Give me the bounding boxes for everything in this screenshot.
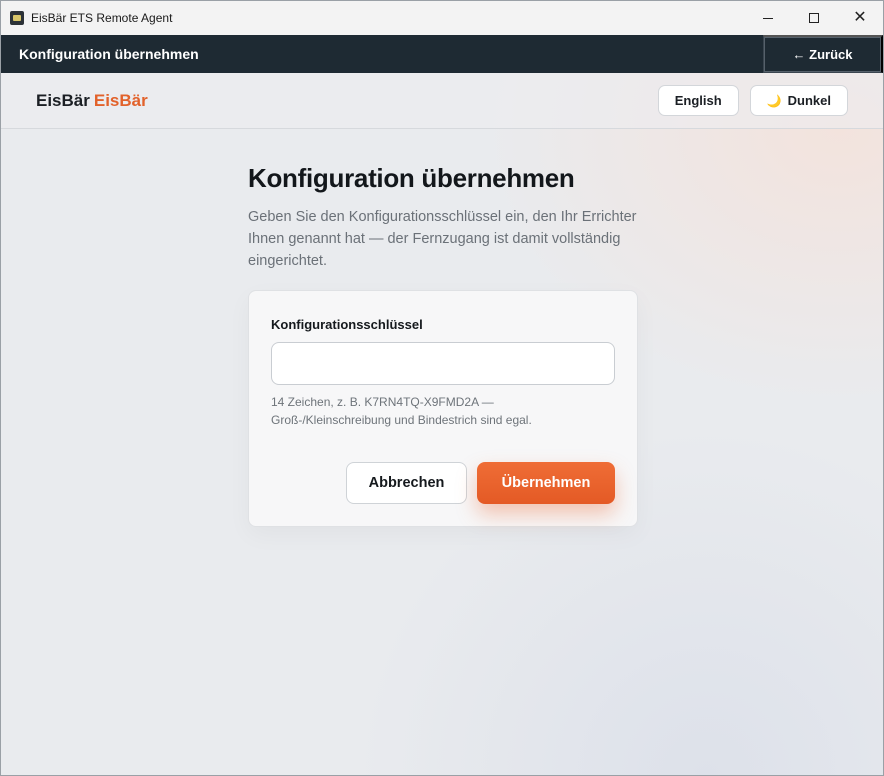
moon-icon: 🌙 [766, 93, 782, 108]
app-window: EisBär ETS Remote Agent ✕ Konfiguration … [0, 0, 884, 776]
close-window-button[interactable]: ✕ [837, 1, 883, 35]
language-toggle-button[interactable]: English [657, 85, 739, 116]
header-actions: English 🌙 Dunkel [657, 85, 848, 116]
language-label: English [674, 93, 722, 108]
config-key-input[interactable] [271, 342, 615, 385]
cancel-button[interactable]: Abbrechen [346, 462, 467, 504]
close-icon: ✕ [853, 9, 867, 26]
app-logo-icon [10, 11, 24, 25]
page-description: Geben Sie den Konfigurationsschlüssel ei… [248, 209, 637, 269]
window-title: EisBär ETS Remote Agent [31, 11, 173, 25]
brand-primary-text: EisBär [36, 90, 90, 110]
brand-logo: EisBär EisBär [36, 91, 148, 111]
form-actions: Abbrechen Übernehmen [346, 462, 615, 504]
page-title: Konfiguration übernehmen [248, 163, 575, 193]
minimize-button[interactable] [745, 1, 791, 35]
maximize-icon [809, 13, 819, 23]
minimize-icon [763, 17, 773, 19]
content-area: EisBär EisBär English 🌙 Dunkel Konfigurat… [1, 73, 883, 775]
hint-line-2: Groß-/Kleinschreibung und Bindestrich si… [271, 413, 532, 427]
config-form-card: Konfigurationsschlüssel 14 Zeichen, z. B… [248, 290, 638, 527]
theme-label: Dunkel [787, 93, 831, 108]
maximize-button[interactable] [791, 1, 837, 35]
apply-button[interactable]: Übernehmen [477, 462, 615, 504]
theme-toggle-button[interactable]: 🌙 Dunkel [749, 85, 848, 116]
header-title: Konfiguration übernehmen [19, 46, 199, 62]
sub-header: EisBär EisBär English 🌙 Dunkel [1, 73, 883, 129]
app-header-bar: Konfiguration übernehmen ← Zurück [1, 35, 883, 73]
main-panel: Konfiguration übernehmen Geben Sie den K… [248, 163, 638, 527]
hint-line-1: 14 Zeichen, z. B. K7RN4TQ-X9FMD2A — [271, 395, 494, 409]
back-button[interactable]: ← Zurück [763, 35, 883, 73]
config-key-hint: 14 Zeichen, z. B. K7RN4TQ-X9FMD2A — Groß… [271, 393, 615, 429]
brand-accent-text: EisBär [93, 90, 148, 110]
config-key-label: Konfigurationsschlüssel [271, 317, 423, 332]
window-controls: ✕ [745, 1, 883, 35]
window-titlebar: EisBär ETS Remote Agent ✕ [1, 1, 883, 35]
